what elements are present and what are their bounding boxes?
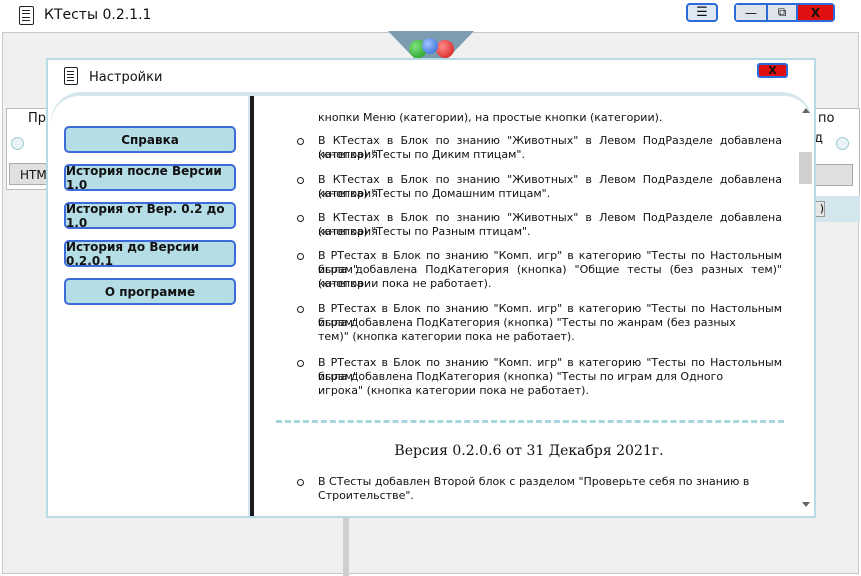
bullet-icon: [297, 306, 304, 313]
bullet-icon: [297, 479, 304, 486]
list-item-line: В СТесты добавлен Второй блок с разделом…: [318, 475, 750, 488]
list-item-line: была добавлена ПодКатегория (кнопка) "Те…: [318, 370, 724, 383]
main-divider: [343, 512, 349, 576]
history-content: кнопки Меню (категории), на простые кноп…: [254, 96, 796, 516]
dialog-title: Настройки: [89, 70, 163, 85]
background-left-radio[interactable]: [11, 137, 24, 150]
nav-about-button[interactable]: О программе: [64, 278, 236, 305]
version-heading: Версия 0.2.0.6 от 31 Декабря 2021г.: [394, 443, 664, 459]
settings-dialog: Настройки X Справка История после Версии…: [46, 58, 816, 518]
menu-button[interactable]: ☰: [686, 3, 718, 22]
list-item-line: (кнопка) "Тесты по Домашним птицам".: [318, 187, 551, 200]
scroll-thumb[interactable]: [799, 152, 812, 184]
scroll-down-icon[interactable]: [802, 502, 810, 507]
list-item-line: игрока" (кнопка категории пока не работа…: [318, 384, 589, 397]
bullet-icon: [297, 253, 304, 260]
nav-history-after-1-0-button[interactable]: История после Версии 1.0: [64, 164, 236, 192]
nav-history-before-0-2-0-1-button[interactable]: История до Версии 0.2.0.1: [64, 240, 236, 268]
list-item-line: (кнопка) "Тесты по Разным птицам".: [318, 225, 531, 238]
fragment-line: кнопки Меню (категории), на простые кноп…: [318, 111, 663, 124]
scroll-up-icon[interactable]: [802, 108, 810, 113]
list-item-line: тем)" (кнопка категории пока не работает…: [318, 330, 575, 343]
background-right-text: по: [818, 111, 835, 126]
content-panel: кнопки Меню (категории), на простые кноп…: [254, 96, 812, 516]
list-item-line: (кнопка) "Тесты по Диким птицам".: [318, 148, 525, 161]
close-button[interactable]: X: [798, 5, 833, 20]
app-title: КТесты 0.2.1.1: [44, 7, 152, 23]
list-item-line: Строительстве".: [318, 489, 414, 502]
section-divider: [276, 420, 784, 423]
red-ball-icon: [436, 40, 454, 58]
background-html-button[interactable]: HTM: [9, 163, 48, 185]
nav-history-0-2-to-1-0-button[interactable]: История от Вер. 0.2 до 1.0: [64, 202, 236, 230]
bullet-icon: [297, 138, 304, 145]
main-titlebar: КТесты 0.2.1.1 ☰ — ⧉ X: [0, 0, 861, 32]
list-item-line: категории пока не работает).: [318, 277, 492, 290]
nav-panel: Справка История после Версии 1.0 История…: [51, 96, 248, 516]
vertical-scrollbar[interactable]: [799, 102, 812, 512]
list-item-line: была добавлена ПодКатегория (кнопка) "Те…: [318, 316, 736, 329]
maximize-button[interactable]: ⧉: [768, 5, 796, 20]
nav-help-button[interactable]: Справка: [64, 126, 236, 153]
dialog-checklist-icon: [64, 67, 78, 85]
dialog-body: Справка История после Версии 1.0 История…: [51, 92, 812, 516]
app-checklist-icon: [19, 6, 34, 25]
background-right-field[interactable]: [813, 164, 853, 186]
minimize-button[interactable]: —: [736, 5, 766, 20]
bullet-icon: [297, 215, 304, 222]
bullet-icon: [297, 177, 304, 184]
dialog-close-button[interactable]: X: [757, 63, 788, 78]
bullet-icon: [297, 360, 304, 367]
window-controls: — ⧉ X: [734, 3, 835, 22]
background-right-radio[interactable]: [836, 137, 849, 150]
background-left-text: Пр: [28, 111, 47, 126]
blue-ball-icon: [422, 38, 438, 54]
